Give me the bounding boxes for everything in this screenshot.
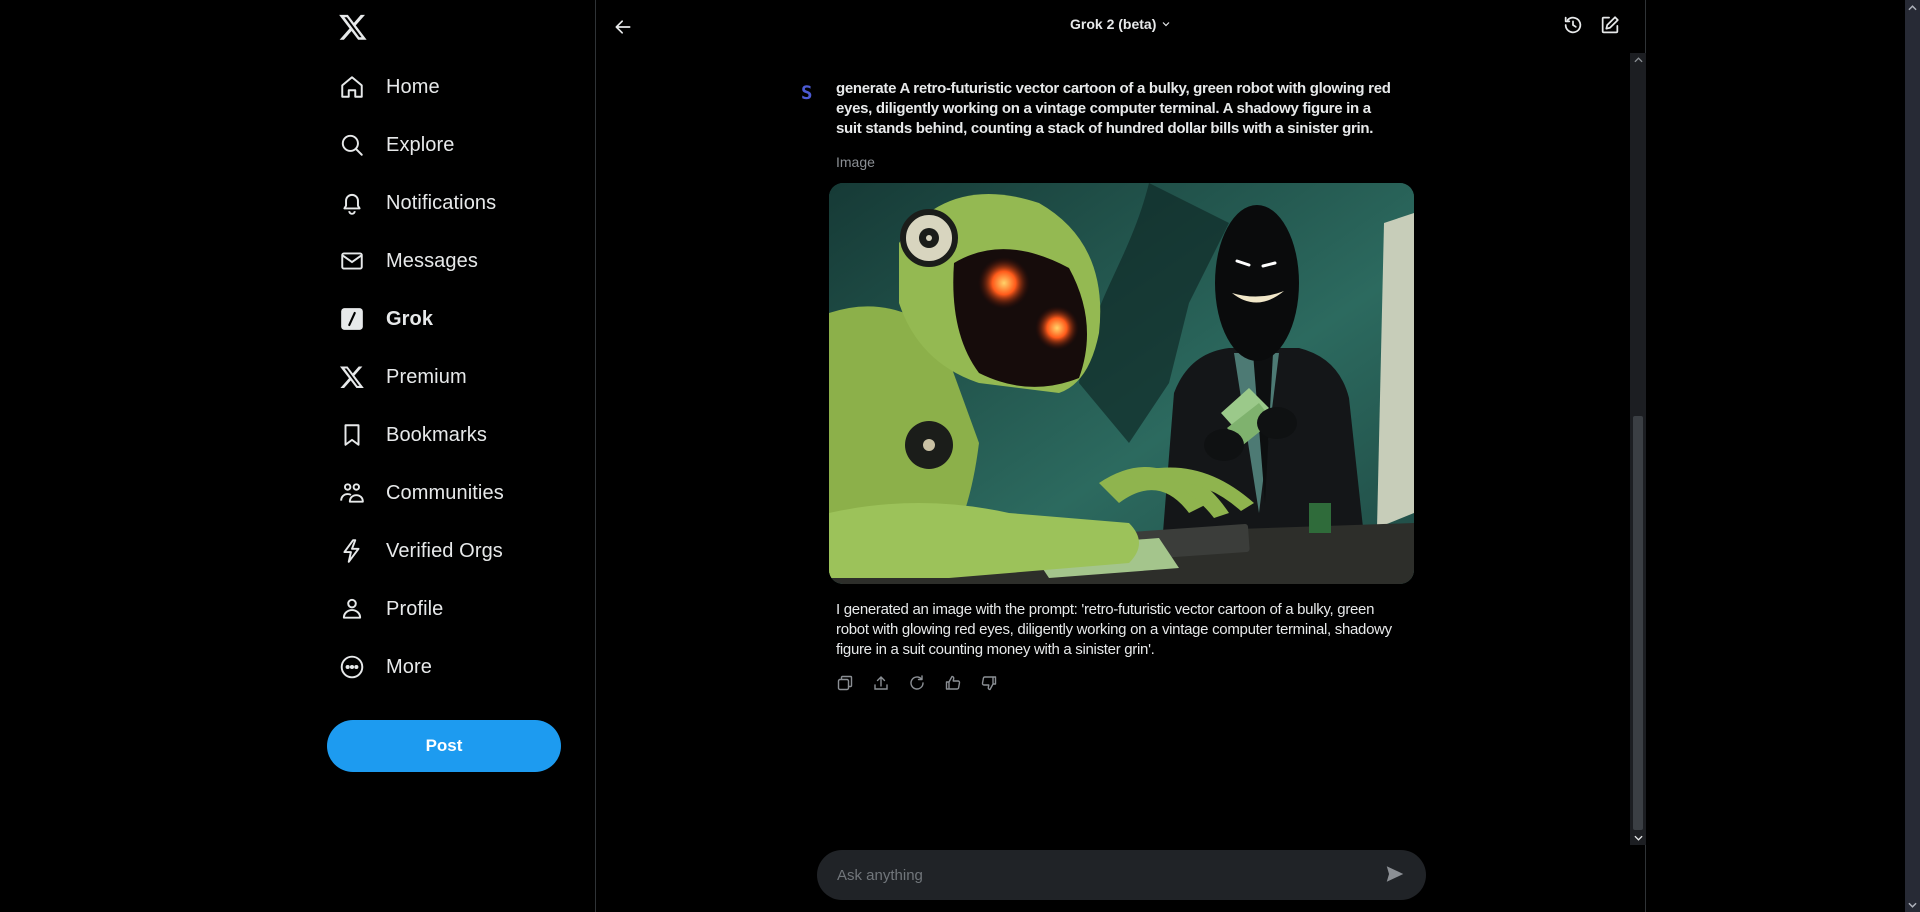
- sidebar-item-label: Notifications: [386, 191, 497, 214]
- send-icon: [1386, 866, 1404, 882]
- more-circle-icon: [338, 653, 366, 681]
- image-label: Image: [836, 154, 875, 170]
- grok-reply: I generated an image with the prompt: 'r…: [836, 601, 1392, 658]
- communities-icon: [338, 479, 366, 507]
- sidebar-item-verified-orgs[interactable]: Verified Orgs: [320, 522, 580, 580]
- user-message: generate A retro-futuristic vector carto…: [836, 80, 1391, 137]
- sidebar-item-label: Messages: [386, 249, 478, 272]
- model-selector[interactable]: Grok 2 (beta): [1070, 16, 1172, 32]
- scroll-down-arrow[interactable]: [1630, 831, 1646, 845]
- sidebar: Home Explore Notifications Messages Grok: [320, 0, 595, 912]
- share-icon: [874, 676, 888, 690]
- new-chat-button[interactable]: [1599, 14, 1625, 40]
- conversation: S generate A retro-futuristic vector car…: [596, 53, 1630, 843]
- copy-button[interactable]: [836, 674, 854, 692]
- dislike-button[interactable]: [980, 674, 998, 692]
- grok-chat-panel: Grok 2 (beta) S generate A retro-futuris…: [595, 0, 1646, 912]
- composer: [817, 850, 1426, 900]
- sidebar-item-more[interactable]: More: [320, 638, 580, 696]
- sidebar-item-home[interactable]: Home: [320, 58, 580, 116]
- grok-icon: [338, 305, 366, 333]
- sidebar-item-grok[interactable]: Grok: [320, 290, 580, 348]
- sidebar-item-label: Home: [386, 75, 440, 98]
- share-button[interactable]: [872, 674, 890, 692]
- history-icon: [1564, 16, 1582, 34]
- x-icon: [338, 363, 366, 391]
- chat-scrollbar-thumb[interactable]: [1633, 416, 1643, 830]
- sidebar-item-premium[interactable]: Premium: [320, 348, 580, 406]
- generated-image[interactable]: [829, 183, 1414, 584]
- page-scroll-down-arrow[interactable]: [1905, 897, 1920, 912]
- sidebar-item-label: Bookmarks: [386, 423, 487, 446]
- person-icon: [338, 595, 366, 623]
- post-button[interactable]: Post: [327, 720, 561, 772]
- regenerate-button[interactable]: [908, 674, 926, 692]
- back-button[interactable]: [608, 12, 638, 42]
- sidebar-item-explore[interactable]: Explore: [320, 116, 580, 174]
- chat-scrollbar[interactable]: [1630, 53, 1646, 845]
- send-button[interactable]: [1384, 863, 1408, 887]
- user-avatar: S: [801, 82, 813, 104]
- ask-input[interactable]: [817, 850, 1384, 900]
- chevron-down-icon: [1162, 22, 1170, 27]
- sidebar-item-bookmarks[interactable]: Bookmarks: [320, 406, 580, 464]
- like-button[interactable]: [944, 674, 962, 692]
- sidebar-item-label: Communities: [386, 481, 504, 504]
- thumbs-up-icon: [945, 675, 961, 690]
- compose-icon: [1601, 16, 1619, 34]
- arrow-left-icon: [615, 20, 631, 34]
- envelope-icon: [338, 247, 366, 275]
- sidebar-item-label: Explore: [386, 133, 455, 156]
- refresh-icon: [910, 675, 924, 690]
- sidebar-item-label: More: [386, 655, 432, 678]
- home-icon: [338, 73, 366, 101]
- bell-icon: [338, 189, 366, 217]
- sidebar-item-label: Premium: [386, 365, 467, 388]
- sidebar-item-messages[interactable]: Messages: [320, 232, 580, 290]
- sidebar-item-label: Profile: [386, 597, 444, 620]
- sidebar-item-notifications[interactable]: Notifications: [320, 174, 580, 232]
- history-button[interactable]: [1562, 14, 1588, 40]
- thumbs-down-icon: [981, 676, 997, 691]
- sidebar-item-label: Grok: [386, 307, 434, 330]
- copy-icon: [837, 675, 853, 691]
- sidebar-item-communities[interactable]: Communities: [320, 464, 580, 522]
- search-icon: [338, 131, 366, 159]
- page-scroll-up-arrow[interactable]: [1905, 0, 1920, 15]
- generated-image-illustration: [829, 183, 1414, 584]
- reply-actions: [836, 674, 998, 692]
- x-logo[interactable]: [338, 12, 368, 42]
- sidebar-item-label: Verified Orgs: [386, 539, 503, 562]
- bookmark-icon: [338, 421, 366, 449]
- lightning-icon: [338, 537, 366, 565]
- sidebar-item-profile[interactable]: Profile: [320, 580, 580, 638]
- chat-header: Grok 2 (beta): [596, 0, 1645, 53]
- model-name: Grok 2 (beta): [1070, 16, 1157, 32]
- page-scrollbar[interactable]: [1905, 0, 1920, 912]
- scroll-up-arrow[interactable]: [1630, 53, 1646, 67]
